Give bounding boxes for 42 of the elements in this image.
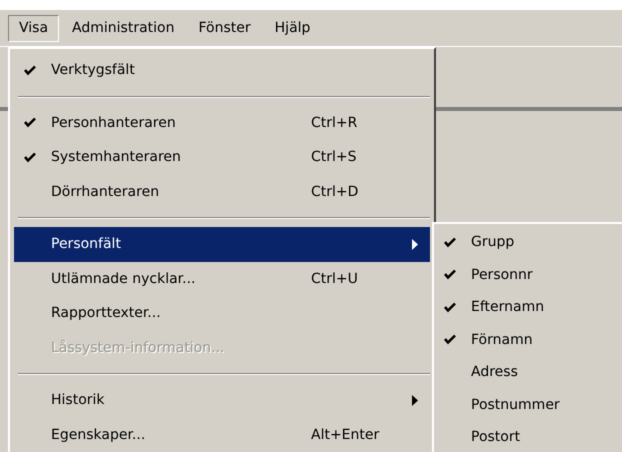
menu-item-label: Låssystem-information...: [51, 340, 226, 356]
menu-item[interactable]: Rapporttexter...: [14, 296, 430, 330]
menu-item-label: Postnummer: [471, 396, 560, 413]
menu-item[interactable]: Personfält: [14, 227, 430, 262]
menu-item[interactable]: Systemhanteraren Ctrl+S: [14, 140, 430, 174]
shortcut-label: Ctrl+R: [311, 114, 358, 131]
shortcut-label: Ctrl+D: [311, 184, 358, 200]
menu-title[interactable]: Administration: [61, 14, 186, 42]
menu-item-label: Grupp: [471, 234, 514, 250]
menu-item[interactable]: Egenskaper... Alt+Enter: [14, 418, 430, 452]
menu-item-label: Personnr: [471, 266, 533, 283]
shortcut-label: Alt+Enter: [311, 426, 380, 443]
shortcut-label: Ctrl+S: [311, 149, 357, 166]
menu-item-label: Postort: [471, 429, 520, 446]
menu-item-label: Verktygsfält: [51, 62, 136, 78]
menu-item[interactable]: Postort: [444, 421, 622, 452]
menu-item-label: Personfält: [51, 236, 122, 252]
menu-title[interactable]: Hjälp: [264, 14, 322, 42]
menu-item-label: Rapporttexter...: [51, 305, 162, 322]
menu-title[interactable]: Visa: [8, 14, 60, 42]
menu-item[interactable]: Personnr: [444, 258, 622, 291]
menu-item[interactable]: Utlämnade nycklar... Ctrl+U: [14, 262, 430, 296]
menu-item-label: Dörrhanteraren: [51, 184, 160, 200]
shortcut-label: Ctrl+U: [311, 270, 358, 287]
menu-item[interactable]: Förnamn: [444, 324, 622, 356]
menu-item-label: Adress: [471, 364, 518, 380]
menu-item[interactable]: Efternamn: [444, 291, 622, 324]
menu-item-label: Personhanteraren: [51, 114, 177, 131]
menu-item-label: Systemhanteraren: [51, 149, 182, 166]
menu-item-label: Utlämnade nycklar...: [51, 270, 196, 287]
menu-item[interactable]: Grupp: [444, 226, 622, 258]
menu-item[interactable]: Dörrhanteraren Ctrl+D: [14, 174, 430, 209]
menu-item-label: Efternamn: [471, 299, 544, 316]
menu-item-label: Historik: [51, 392, 106, 408]
menu-item[interactable]: Postnummer: [444, 388, 622, 421]
menu-item[interactable]: Personhanteraren Ctrl+R: [14, 106, 430, 140]
menu-item-label: Förnamn: [471, 332, 533, 348]
menu-item-label: Egenskaper...: [51, 426, 146, 443]
menu-item[interactable]: Verktygsfält: [14, 53, 430, 88]
menu-item[interactable]: Adress: [444, 356, 622, 388]
menu-item[interactable]: Historik: [14, 383, 430, 418]
menu-title[interactable]: Fönster: [188, 14, 262, 42]
